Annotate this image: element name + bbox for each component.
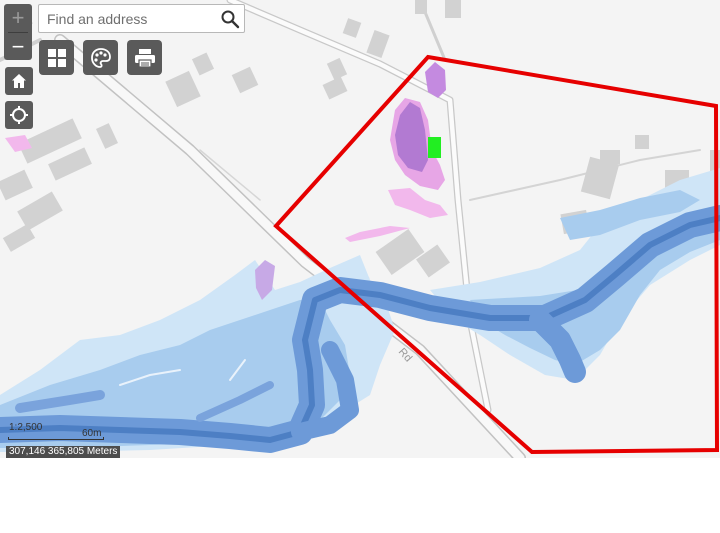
print-button[interactable] xyxy=(127,40,162,75)
search-icon[interactable] xyxy=(220,9,240,29)
zoom-in-button[interactable]: + xyxy=(4,4,32,32)
basemap-gallery-button[interactable] xyxy=(39,40,74,75)
palette-layers-icon xyxy=(90,47,111,68)
map-view[interactable]: Rd + − Find an address 1:2,500 60m 307,1… xyxy=(0,0,720,458)
home-icon xyxy=(12,74,26,88)
locate-button[interactable] xyxy=(5,101,33,129)
scale-bar xyxy=(8,437,104,440)
zoom-control: + − xyxy=(4,4,32,60)
coordinate-readout: 307,146 365,805 Meters xyxy=(6,446,121,458)
scale-ratio: 1:2,500 xyxy=(9,422,43,433)
search-input[interactable] xyxy=(47,9,219,29)
layers-button[interactable] xyxy=(83,40,118,75)
printer-icon xyxy=(134,48,155,68)
site-marker xyxy=(428,137,441,158)
address-search xyxy=(38,4,245,33)
zoom-out-button[interactable]: − xyxy=(4,33,32,61)
crosshair-locate-icon xyxy=(10,106,28,124)
home-button[interactable] xyxy=(5,67,33,95)
grid-basemap-icon xyxy=(47,48,66,67)
